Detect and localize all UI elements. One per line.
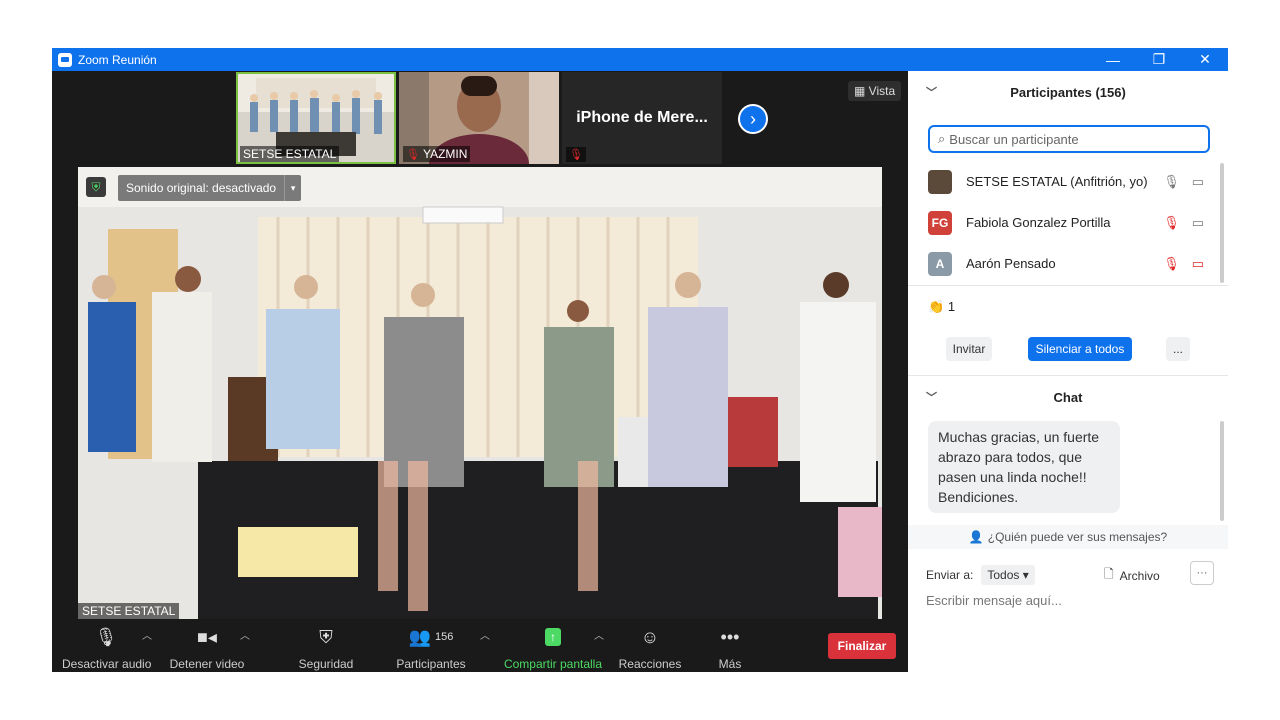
original-sound-toggle[interactable]: Sonido original: desactivado ▾ [118,175,302,201]
avatar [928,169,952,194]
main-video: ⛨ Sonido original: desactivado ▾ SETSE E… [78,167,882,619]
video-options-caret[interactable]: ︿ [240,627,250,642]
more-dots-icon: ••• [720,626,740,647]
share-screen-button[interactable]: ↑ Compartir pantalla [502,625,604,671]
muted-mic-icon[interactable]: 🎙 [1163,215,1180,231]
avatar: A [928,251,952,276]
file-button[interactable]: 🗋 Archivo [1104,565,1160,586]
reaction-summary: 👏 1 [928,299,956,314]
thumbnail-video[interactable]: 🎙 YAZMIN [399,72,559,164]
zoom-logo-icon [58,52,72,67]
who-can-see-link[interactable]: 👤 ¿Quién puede ver sus mensajes? [908,525,1228,549]
person-lock-icon: 👤 [968,530,984,544]
thumbnail-name: SETSE ESTATAL [240,146,340,162]
chevron-down-icon: ▾ [1022,568,1029,582]
invite-button[interactable]: Invitar [946,337,992,361]
search-icon: ⌕ [938,131,946,146]
participants-button[interactable]: 👥 156 Participantes [394,625,468,672]
muted-mic-icon: 🎙 [406,148,420,161]
muted-indicator: 🎙 [566,147,586,162]
chevron-down-icon[interactable]: ▾ [284,175,301,201]
mute-all-button[interactable]: Silenciar a todos [1028,337,1132,361]
side-panel: ﹀ Participantes (156) ⌕ Buscar un partic… [908,71,1228,672]
end-meeting-button[interactable]: Finalizar [828,633,896,659]
restore-button[interactable]: ❐ [1136,48,1182,71]
participant-row[interactable]: FG Fabiola Gonzalez Portilla 🎙 ▭ [908,202,1218,243]
participant-row[interactable]: A Aarón Pensado 🎙 ▭ [908,243,1218,284]
participant-search-input[interactable]: ⌕ Buscar un participante [928,125,1210,153]
main-video-name: SETSE ESTATAL [78,603,180,619]
reactions-button[interactable]: ☺ Reacciones [618,625,682,672]
clap-icon: 👏 [928,299,945,314]
avatar: FG [928,210,952,235]
video-off-icon[interactable]: ▭ [1192,256,1204,272]
mute-audio-button[interactable]: 🎙 Desactivar audio [62,625,151,672]
view-button[interactable]: ▦ Vista [848,81,902,101]
thumbnail-video[interactable]: SETSE ESTATAL [236,72,396,164]
chat-message-input[interactable]: Escribir mensaje aquí... [926,593,1062,608]
microphone-icon: 🎙 [94,626,118,647]
divider [908,375,1228,376]
thumbnail-video[interactable]: iPhone de Mere... 🎙 [562,72,722,164]
grid-icon: ▦ [854,84,869,98]
audio-options-caret[interactable]: ︿ [142,627,152,642]
window-title: Zoom Reunión [78,52,157,67]
thumbnail-name: iPhone de Mere... [576,109,708,126]
video-camera-icon: ■◂ [197,626,217,647]
send-to-dropdown[interactable]: Todos ▾ [981,565,1035,585]
more-dots-icon: ··· [1196,567,1208,579]
zoom-window: Zoom Reunión — ❐ ✕ SETSE ESTATAL 🎙 YAZMI… [52,48,1228,672]
muted-mic-icon: 🎙 [569,149,583,161]
chat-message: Muchas gracias, un fuerte abrazo para to… [928,421,1120,513]
thumbnail-strip: SETSE ESTATAL 🎙 YAZMIN iPhone de Mere... … [236,72,725,164]
microphone-icon[interactable]: 🎙 [1163,174,1180,190]
send-to: Enviar a: Todos ▾ [926,565,1035,585]
chat-more-button[interactable]: ··· [1190,561,1214,585]
security-shield-icon[interactable]: ⛨ [86,177,106,197]
stop-video-button[interactable]: ■◂ Detener video [166,625,248,672]
participant-row[interactable]: SETSE ESTATAL (Anfitrión, yo) 🎙 ▭ [908,161,1218,202]
smiley-icon: ☺ [640,626,660,647]
divider [908,285,1228,286]
video-camera-icon[interactable]: ▭ [1192,174,1204,190]
chevron-down-icon[interactable]: ﹀ [926,84,937,100]
chat-header: ﹀ Chat [926,389,1083,405]
participants-header: ﹀ Participantes (156) [926,84,1126,100]
meeting-room-video [78,167,882,619]
next-page-button[interactable]: › [738,104,768,134]
meeting-toolbar: 🎙 Desactivar audio ︿ ■◂ Detener video ︿ … [52,619,908,672]
video-stage: SETSE ESTATAL 🎙 YAZMIN iPhone de Mere... … [52,71,908,672]
close-button[interactable]: ✕ [1182,48,1228,71]
more-options-button[interactable]: ... [1166,337,1190,361]
more-button[interactable]: ••• Más [708,625,752,672]
share-options-caret[interactable]: ︿ [594,627,604,642]
participants-scrollbar[interactable] [1220,163,1224,283]
participant-list: SETSE ESTATAL (Anfitrión, yo) 🎙 ▭ FG Fabi… [908,161,1218,284]
share-screen-icon: ↑ [502,625,604,649]
video-camera-icon[interactable]: ▭ [1192,215,1204,231]
thumbnail-name: 🎙 YAZMIN [403,146,471,162]
file-icon: 🗋 [1104,567,1114,581]
muted-mic-icon[interactable]: 🎙 [1163,256,1180,272]
chevron-down-icon[interactable]: ﹀ [926,389,937,405]
participants-icon: 👥 156 [408,626,454,647]
participants-options-caret[interactable]: ︿ [480,627,490,642]
minimize-button[interactable]: — [1090,48,1136,71]
shield-icon: ⛨ [319,626,333,647]
security-button[interactable]: ⛨ Seguridad [292,625,360,672]
chevron-right-icon: › [750,108,756,129]
participants-count: 156 [435,631,454,643]
title-bar: Zoom Reunión — ❐ ✕ [52,48,1228,71]
chat-scrollbar[interactable] [1220,421,1224,521]
